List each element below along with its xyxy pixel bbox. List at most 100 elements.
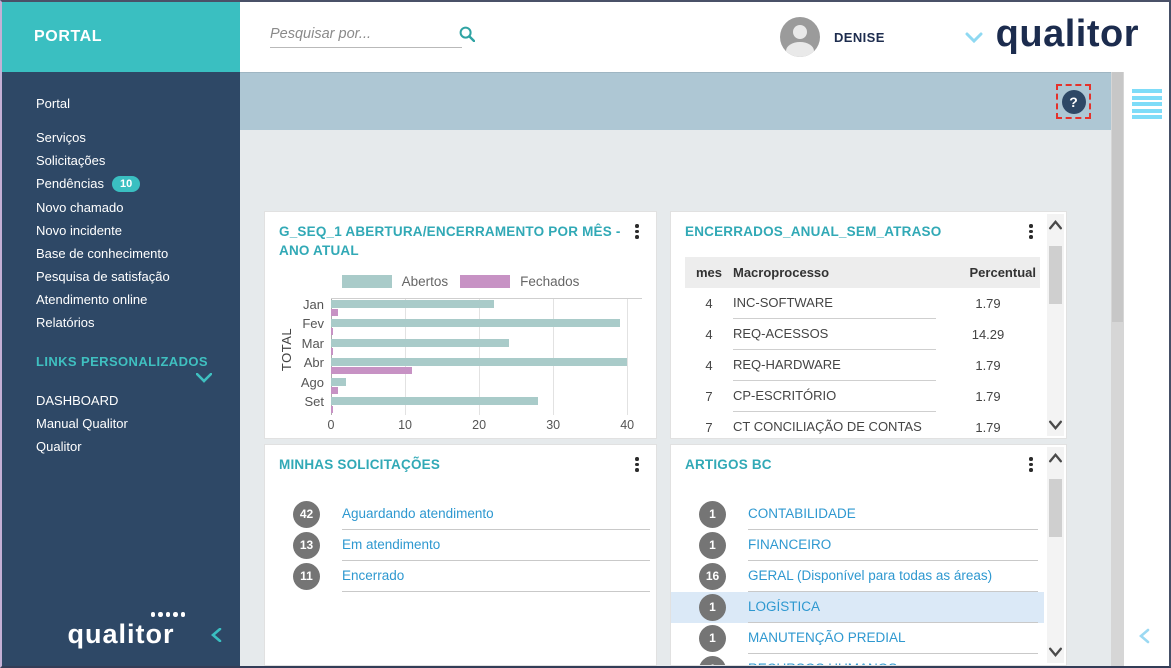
sidebar-item-label: Serviços: [36, 130, 86, 145]
widget-grid: G_SEQ_1 ABERTURA/ENCERRAMENTO POR MÊS - …: [264, 211, 1067, 666]
sidebar-item-qualitor[interactable]: Qualitor: [2, 435, 240, 458]
table-row: 4 REQ-HARDWARE 1.79: [685, 350, 1040, 381]
artigo-category-link[interactable]: FINANCEIRO: [748, 530, 1038, 561]
solicitacao-link[interactable]: Encerrado: [342, 561, 650, 592]
legend-swatch-abertos: [342, 275, 392, 288]
chart-y-axis-label: TOTAL: [279, 328, 294, 371]
chart-x-axis-ticks: 010203040: [331, 418, 642, 435]
cell-mes: 7: [685, 412, 733, 439]
sidebar-item-manual-qualitor[interactable]: Manual Qualitor: [2, 412, 240, 435]
list-item-highlighted: 1 LOGÍSTICA: [671, 592, 1044, 623]
links-collapse-chevron-icon[interactable]: [196, 373, 212, 383]
count-badge: 1: [699, 501, 726, 528]
chart-category-label: Abr: [295, 356, 331, 376]
bar-fechados: [331, 348, 333, 355]
bar-abertos: [331, 319, 620, 327]
links-personalizados-heading: LINKS PERSONALIZADOS: [2, 334, 240, 369]
page-scrollbar[interactable]: [1111, 72, 1124, 666]
sidebar-item-atendimento-online[interactable]: Atendimento online: [2, 288, 240, 311]
cell-macroprocesso: CT CONCILIAÇÃO DE CONTAS: [733, 412, 936, 439]
scroll-up-icon[interactable]: [1048, 451, 1063, 465]
table-row: 7 CT CONCILIAÇÃO DE CONTAS 1.79: [685, 412, 1040, 439]
bar-fechados: [331, 309, 338, 316]
widget-menu-kebab-icon[interactable]: [1024, 224, 1038, 239]
sidebar-item-label: Atendimento online: [36, 292, 147, 307]
chart-plot: [331, 298, 642, 415]
count-badge: 1: [699, 594, 726, 621]
artigo-category-link[interactable]: CONTABILIDADE: [748, 499, 1038, 530]
cell-percentual: 14.29: [936, 319, 1040, 350]
help-button[interactable]: ?: [1056, 84, 1091, 119]
list-item: 16 GERAL (Disponível para todas as áreas…: [671, 561, 1044, 592]
chart-legend: Abertos Fechados: [265, 274, 656, 289]
scrollbar-thumb[interactable]: [1049, 246, 1062, 304]
x-tick-label: 20: [472, 418, 486, 432]
search-field: [270, 26, 462, 48]
chart-category-row: [331, 396, 642, 416]
artigo-category-link[interactable]: GERAL (Disponível para todas as áreas): [748, 561, 1038, 592]
widget-encerrados-anual: ENCERRADOS_ANUAL_SEM_ATRASO mes Macropro…: [670, 211, 1067, 439]
sidebar-item-solicitacoes[interactable]: Solicitações: [2, 149, 240, 172]
sidebar-item-relatorios[interactable]: Relatórios: [2, 311, 240, 334]
sidebar-collapse-chevron-icon[interactable]: [210, 628, 222, 642]
chart-area: TOTAL JanFevMarAbrAgoSet: [269, 298, 642, 415]
sidebar-item-label: Pesquisa de satisfação: [36, 269, 170, 284]
widget-menu-kebab-icon[interactable]: [1024, 457, 1038, 472]
x-tick-label: 0: [328, 418, 335, 432]
list-item: 11 Encerrado: [265, 561, 656, 592]
sidebar-item-novo-incidente[interactable]: Novo incidente: [2, 219, 240, 242]
panel-collapse-chevron-icon[interactable]: [1138, 628, 1150, 644]
artigo-category-link[interactable]: RECURSOS HUMANOS: [748, 654, 1038, 666]
legend-label: Abertos: [402, 274, 449, 289]
qualitor-brand-logo: qualitor: [996, 14, 1139, 56]
sidebar-item-pesquisa-satisfacao[interactable]: Pesquisa de satisfação: [2, 265, 240, 288]
sidebar-item-pendencias[interactable]: Pendências10: [2, 172, 240, 196]
dashboard-content: ? G_SEQ_1 ABERTURA/ENCERRAMENTO POR MÊS …: [240, 72, 1111, 666]
logo-text: qualitor: [68, 619, 175, 649]
cell-percentual: 1.79: [936, 288, 1040, 319]
cell-mes: 4: [685, 288, 733, 319]
sidebar-item-novo-chamado[interactable]: Novo chamado: [2, 196, 240, 219]
scroll-down-icon[interactable]: [1048, 418, 1063, 432]
sidebar-item-label: Base de conhecimento: [36, 246, 168, 261]
scrollbar-thumb[interactable]: [1049, 479, 1062, 537]
search-icon[interactable]: [459, 26, 475, 42]
user-menu-chevron-down-icon[interactable]: [965, 32, 983, 43]
sidebar-item-label: Manual Qualitor: [36, 416, 128, 431]
cell-macroprocesso: INC-SOFTWARE: [733, 288, 936, 319]
widget-menu-kebab-icon[interactable]: [630, 457, 644, 472]
chart-category-row: [331, 357, 642, 377]
sidebar-item-label: DASHBOARD: [36, 393, 118, 408]
sidebar-footer: qualitor: [2, 619, 240, 650]
sidebar-item-portal[interactable]: Portal: [2, 92, 240, 115]
page-scrollbar-thumb[interactable]: [1112, 72, 1123, 322]
widget-chart-abertura-encerramento: G_SEQ_1 ABERTURA/ENCERRAMENTO POR MÊS - …: [264, 211, 657, 439]
sidebar-item-servicos[interactable]: Serviços: [2, 126, 240, 149]
widget-scrollbar: [1047, 447, 1064, 663]
list-item: 1 FINANCEIRO: [671, 530, 1044, 561]
artigos-list: 1 CONTABILIDADE 1 FINANCEIRO 16 GERAL (D…: [671, 499, 1044, 666]
top-header: DENISE qualitor: [240, 2, 1169, 72]
count-badge: 42: [293, 501, 320, 528]
widget-title: ARTIGOS BC: [671, 445, 1066, 475]
artigo-category-link[interactable]: LOGÍSTICA: [748, 592, 1038, 623]
encerrados-table: mes Macroprocesso Percentual 4 INC-SOFTW…: [685, 257, 1040, 439]
widget-menu-kebab-icon[interactable]: [630, 224, 644, 239]
scroll-down-icon[interactable]: [1048, 645, 1063, 659]
sidebar-item-dashboard[interactable]: DASHBOARD: [2, 389, 240, 412]
scroll-up-icon[interactable]: [1048, 218, 1063, 232]
solicitacao-link[interactable]: Aguardando atendimento: [342, 499, 650, 530]
artigo-category-link[interactable]: MANUTENÇÃO PREDIAL: [748, 623, 1038, 654]
search-input[interactable]: [270, 26, 459, 42]
table-row: 4 REQ-ACESSOS 14.29: [685, 319, 1040, 350]
sidebar-item-base-conhecimento[interactable]: Base de conhecimento: [2, 242, 240, 265]
solicitacoes-list: 42 Aguardando atendimento 13 Em atendime…: [265, 499, 656, 592]
solicitacao-link[interactable]: Em atendimento: [342, 530, 650, 561]
count-badge: 13: [293, 532, 320, 559]
list-item: 13 Em atendimento: [265, 530, 656, 561]
user-menu[interactable]: DENISE: [780, 17, 983, 57]
column-header-mes: mes: [685, 265, 733, 280]
bar-fechados: [331, 367, 412, 374]
main-area: DENISE qualitor ? G_SEQ_1 ABERTURA/ENCER…: [240, 2, 1169, 666]
hamburger-menu-icon[interactable]: [1132, 89, 1162, 119]
